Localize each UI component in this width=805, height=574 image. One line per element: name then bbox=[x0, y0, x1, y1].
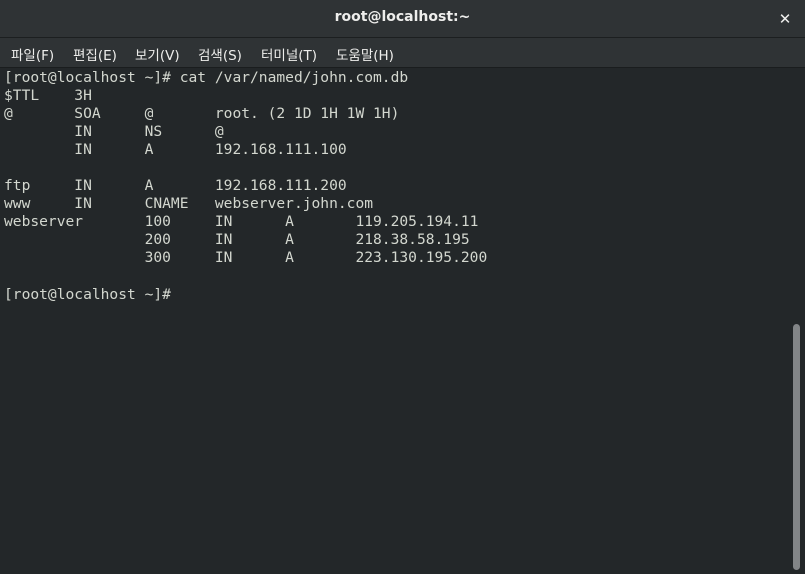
window-title: root@localhost:~ bbox=[334, 9, 471, 25]
terminal-cursor bbox=[171, 285, 179, 302]
terminal-line: @ SOA @ root. (2 1D 1H 1W 1H) bbox=[4, 105, 400, 122]
title-bar[interactable]: root@localhost:~ ✕ bbox=[0, 0, 805, 38]
menu-view[interactable]: 보기(V) bbox=[135, 44, 180, 64]
terminal-line: IN NS @ bbox=[4, 123, 224, 140]
terminal-line: IN A 192.168.111.100 bbox=[4, 141, 347, 158]
close-icon: ✕ bbox=[778, 10, 792, 28]
terminal-line: [root@localhost ~]# cat /var/named/john.… bbox=[4, 69, 409, 86]
terminal-prompt-line: [root@localhost ~]# bbox=[4, 285, 179, 303]
terminal-window: root@localhost:~ ✕ 파일(F) 편집(E) 보기(V) 검색(… bbox=[0, 0, 805, 574]
scrollbar[interactable] bbox=[789, 68, 805, 574]
terminal-line: ftp IN A 192.168.111.200 bbox=[4, 177, 347, 194]
terminal-output[interactable]: [root@localhost ~]# cat /var/named/john.… bbox=[0, 68, 789, 574]
menu-edit[interactable]: 편집(E) bbox=[73, 44, 117, 64]
menu-file[interactable]: 파일(F) bbox=[11, 44, 54, 64]
scrollbar-thumb[interactable] bbox=[793, 324, 800, 570]
close-button[interactable]: ✕ bbox=[773, 7, 797, 31]
menu-terminal[interactable]: 터미널(T) bbox=[261, 44, 317, 64]
terminal-line: www IN CNAME webserver.john.com bbox=[4, 195, 374, 212]
terminal-line: webserver 100 IN A 119.205.194.11 bbox=[4, 213, 479, 230]
menu-bar: 파일(F) 편집(E) 보기(V) 검색(S) 터미널(T) 도움말(H) bbox=[0, 38, 805, 68]
menu-search[interactable]: 검색(S) bbox=[198, 44, 242, 64]
terminal-line: $TTL 3H bbox=[4, 87, 92, 104]
terminal-prompt: [root@localhost ~]# bbox=[4, 286, 171, 303]
menu-help[interactable]: 도움말(H) bbox=[336, 44, 394, 64]
terminal-line: 200 IN A 218.38.58.195 bbox=[4, 231, 470, 248]
terminal-line: 300 IN A 223.130.195.200 bbox=[4, 249, 488, 266]
